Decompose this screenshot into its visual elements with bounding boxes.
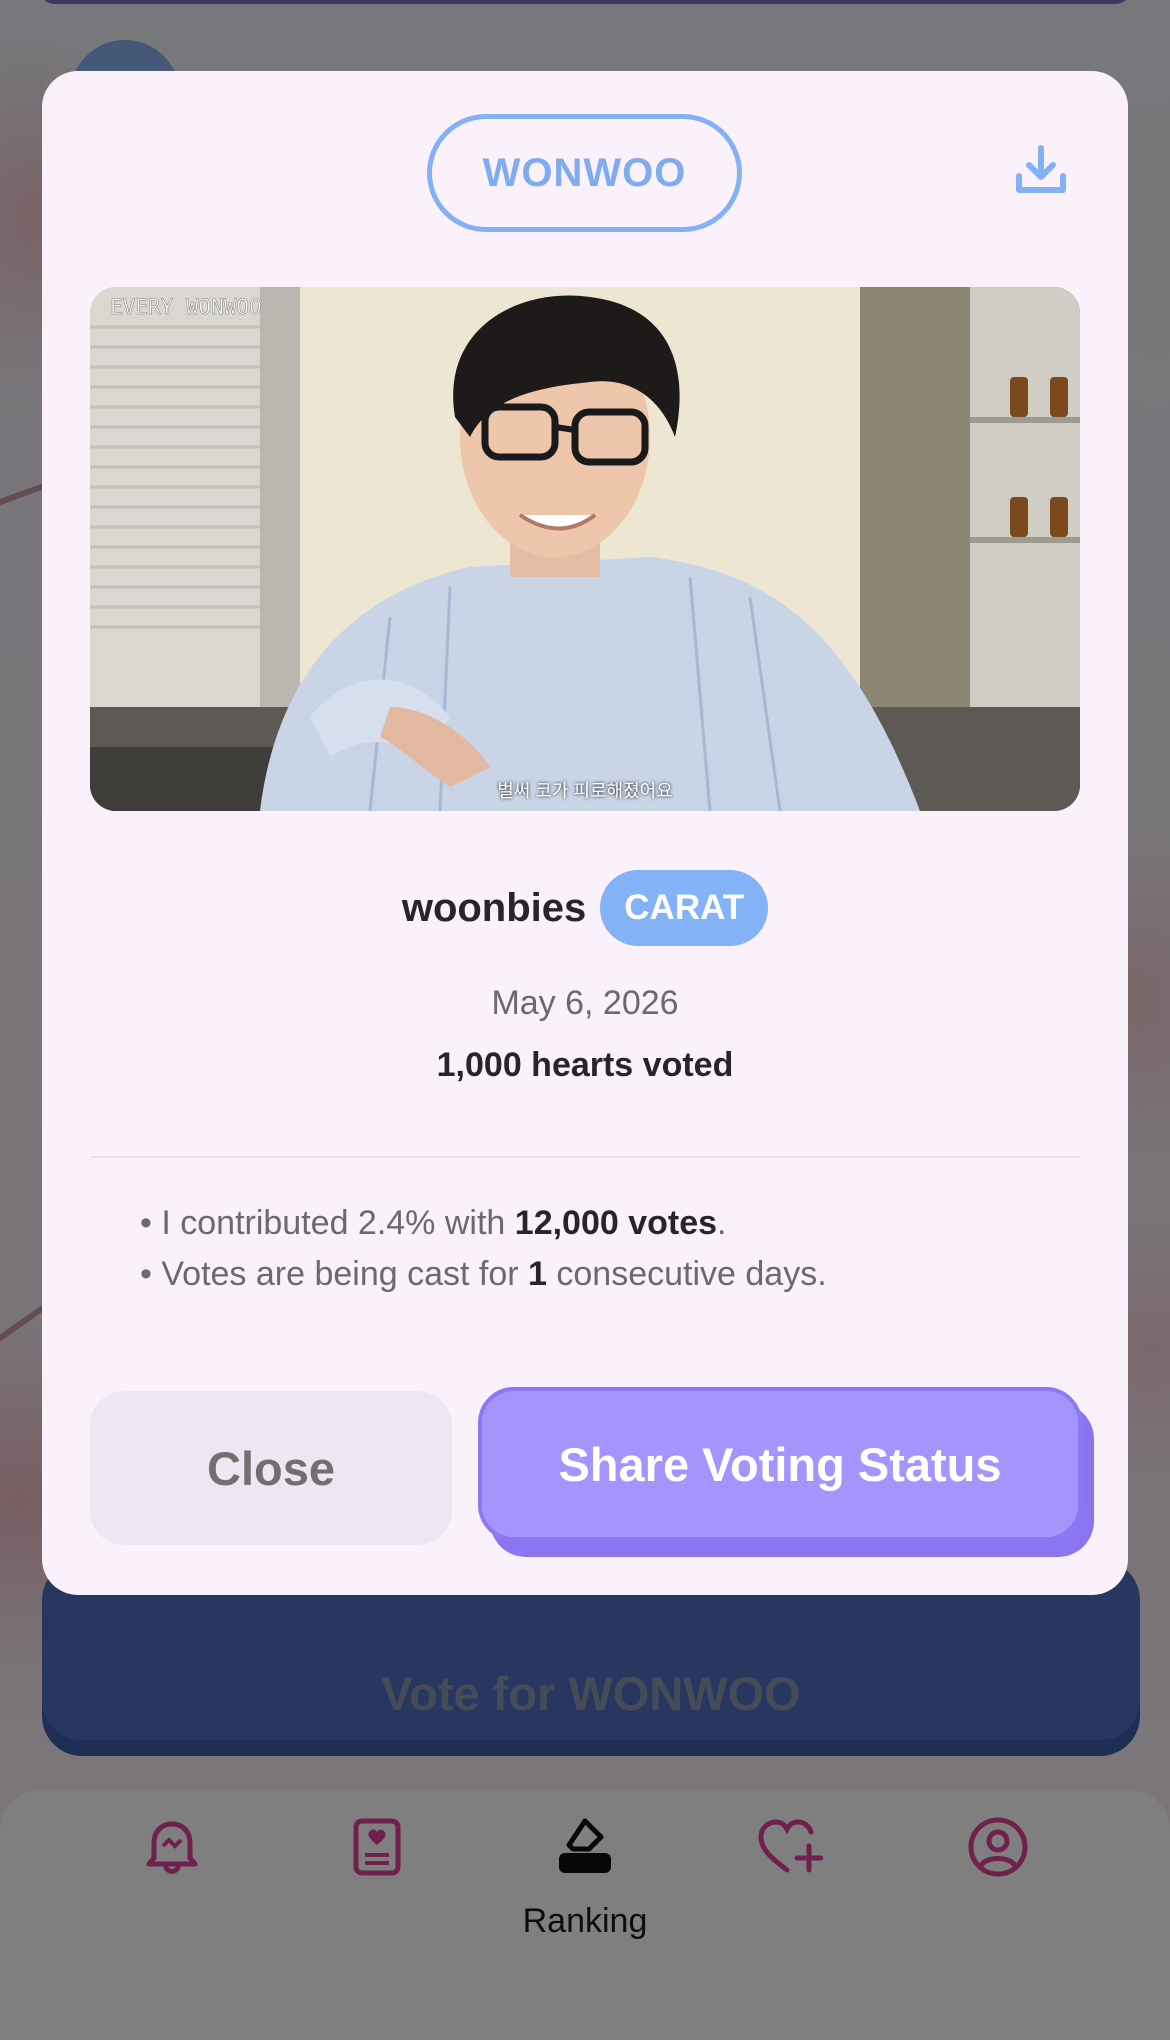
close-button[interactable]: Close	[90, 1391, 452, 1545]
username: woonbies	[401, 885, 587, 930]
download-icon	[1015, 144, 1067, 201]
vote-status-modal: WONWOO EVERY WONWOO 벌써 코가 피로해졌어요 woonbie…	[42, 71, 1128, 1595]
member-name-pill: WONWOO	[427, 114, 742, 232]
stat-contribution: • I contributed 2.4% with 12,000 votes.	[140, 1204, 727, 1242]
photo-subtitle: 벌써 코가 피로해졌어요	[497, 781, 673, 801]
role-badge: CARAT	[600, 870, 769, 946]
stat-days-suffix: consecutive days.	[546, 1255, 827, 1293]
stat-days-prefix: Votes are being cast for	[161, 1255, 529, 1293]
download-button[interactable]	[1008, 139, 1074, 205]
vote-date: May 6, 2026	[491, 984, 679, 1022]
stat-consecutive-days: • Votes are being cast for 1 consecutive…	[140, 1255, 827, 1293]
photo-watermark: EVERY WONWOO	[110, 295, 262, 320]
share-voting-status-button[interactable]: Share Voting Status	[478, 1387, 1082, 1541]
divider	[90, 1156, 1080, 1158]
user-row: woonbies CARAT	[42, 870, 1128, 946]
hearts-voted: 1,000 hearts voted	[436, 1046, 734, 1084]
stat-contribution-votes: 12,000 votes	[514, 1204, 718, 1242]
vote-stats-list: • I contributed 2.4% with 12,000 votes. …	[140, 1198, 827, 1300]
stat-contribution-prefix: I contributed 2.4% with	[161, 1204, 515, 1242]
stat-contribution-suffix: .	[717, 1204, 727, 1242]
stat-days-count: 1	[528, 1255, 547, 1293]
member-photo: EVERY WONWOO 벌써 코가 피로해졌어요	[90, 287, 1080, 811]
